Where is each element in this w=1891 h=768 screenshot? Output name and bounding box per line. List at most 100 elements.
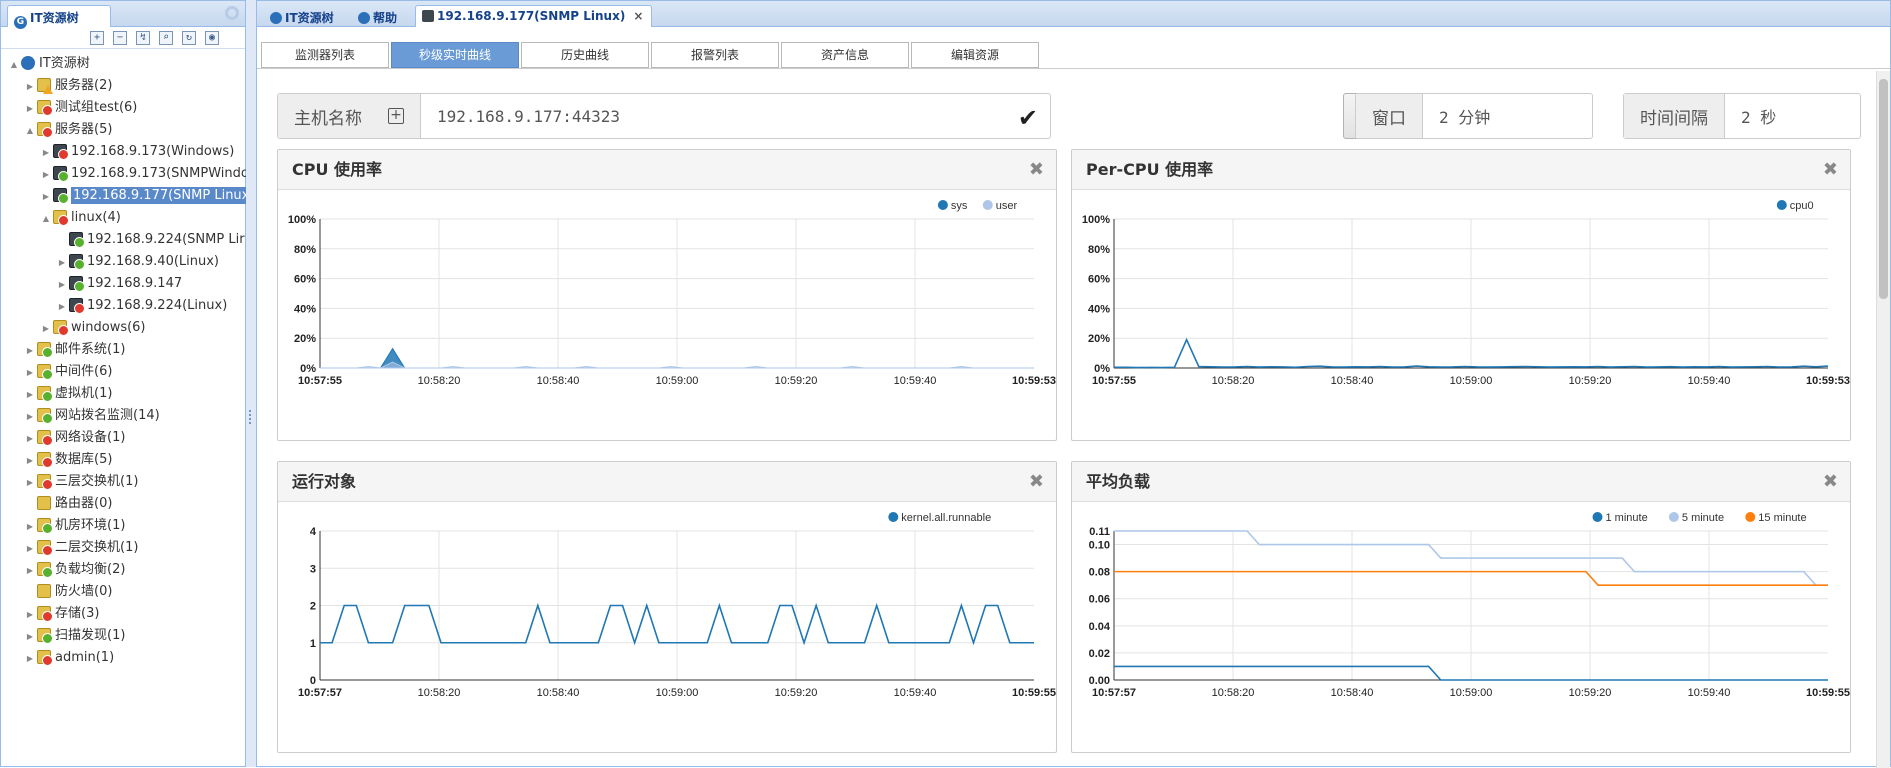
tree-node[interactable]: 防火墙(0) xyxy=(1,581,245,603)
tree-toggle-icon[interactable]: ▶ xyxy=(25,428,35,450)
tree-node[interactable]: ▶ 192.168.9.147 xyxy=(1,273,245,295)
tree-node-label[interactable]: windows(6) xyxy=(71,320,146,335)
tree-node-label[interactable]: 二层交换机(1) xyxy=(55,540,138,555)
tree-node[interactable]: ▶ 192.168.9.173(SNMPWindo xyxy=(1,163,249,186)
close-icon[interactable]: ✖ xyxy=(1029,150,1044,190)
tree-node-label[interactable]: 机房环境(1) xyxy=(55,518,125,533)
tree-node-label[interactable]: 数据库(5) xyxy=(55,452,112,467)
close-icon[interactable]: ✖ xyxy=(1029,462,1044,502)
tree-toggle-icon[interactable]: ▶ xyxy=(25,384,35,406)
tree-toggle-icon[interactable]: ▶ xyxy=(25,538,35,560)
close-icon[interactable]: ✖ xyxy=(1823,462,1838,502)
interval-value[interactable]: 2 秒 xyxy=(1725,104,1776,128)
tree-node[interactable]: ▶ 机房环境(1) xyxy=(1,515,245,537)
tab-help[interactable]: 帮助 xyxy=(351,5,406,27)
close-icon[interactable]: ✖ xyxy=(1823,150,1838,190)
tree-node-label[interactable]: 中间件(6) xyxy=(55,364,112,379)
tree-node-label[interactable]: admin(1) xyxy=(55,650,114,665)
panel-splitter[interactable] xyxy=(246,0,256,767)
tree-node-label[interactable]: 192.168.9.40(Linux) xyxy=(87,254,219,269)
host-value[interactable]: 192.168.9.177:44323 xyxy=(421,107,620,126)
tree-toggle-icon[interactable]: ▶ xyxy=(57,274,67,296)
tree-node[interactable]: ▶ 服务器(2) xyxy=(1,75,245,97)
tree-node[interactable]: ▲ IT资源树 xyxy=(1,53,245,75)
tree-node-label[interactable]: 路由器(0) xyxy=(55,496,112,511)
tree-node-label[interactable]: 192.168.9.177(SNMP Linux xyxy=(71,187,252,204)
tree-toggle-icon[interactable]: ▶ xyxy=(41,164,51,186)
tree-node[interactable]: ▶ 扫描发现(1) xyxy=(1,625,245,647)
tree-node-label[interactable]: IT资源树 xyxy=(39,56,90,71)
tab-history-curve[interactable]: 历史曲线 xyxy=(521,42,649,68)
splitter-grip[interactable] xyxy=(249,410,252,424)
tree-toggle-icon[interactable]: ▶ xyxy=(41,318,51,340)
tree-toggle-icon[interactable]: ▶ xyxy=(41,142,51,164)
tree-node-label[interactable]: 防火墙(0) xyxy=(55,584,112,599)
tab-realtime-curve[interactable]: 秒级实时曲线 xyxy=(391,42,519,68)
tree-toggle-icon[interactable]: ▶ xyxy=(25,450,35,472)
tree-node[interactable]: 192.168.9.224(SNMP Lir xyxy=(1,229,245,251)
tree-node[interactable]: ▶ 数据库(5) xyxy=(1,449,245,471)
tree-node-label[interactable]: 192.168.9.224(SNMP Lir xyxy=(87,232,245,247)
tree-node[interactable]: ▶ 192.168.9.40(Linux) xyxy=(1,251,245,273)
tree-node-label[interactable]: 192.168.9.173(SNMPWindo xyxy=(71,166,249,181)
tree-toggle-icon[interactable]: ▶ xyxy=(25,626,35,648)
tree-node-label[interactable]: 扫描发现(1) xyxy=(55,628,125,643)
tree-node[interactable]: ▶ 192.168.9.177(SNMP Linux xyxy=(1,185,252,208)
tab-edit-resource[interactable]: 编辑资源 xyxy=(911,42,1039,68)
tree-toggle-icon[interactable]: ▲ xyxy=(41,208,51,230)
tree-node[interactable]: ▶ 二层交换机(1) xyxy=(1,537,245,559)
tree-toggle-icon[interactable]: ▶ xyxy=(25,340,35,362)
expand-all-icon[interactable]: + xyxy=(90,30,104,45)
collapse-all-icon[interactable]: − xyxy=(113,30,127,45)
tree-toggle-icon[interactable]: ▲ xyxy=(25,120,35,142)
tree-toggle-icon[interactable]: ▶ xyxy=(25,516,35,538)
tree-node-label[interactable]: 192.168.9.147 xyxy=(87,276,182,291)
tree-node-label[interactable]: 测试组test(6) xyxy=(55,100,137,115)
refresh-tree-icon[interactable]: ↯ xyxy=(136,30,150,45)
tree-node[interactable]: ▶ 三层交换机(1) xyxy=(1,471,245,493)
tree-node[interactable]: ▶ admin(1) xyxy=(1,647,245,669)
tree-node[interactable]: ▶ 虚拟机(1) xyxy=(1,383,245,405)
tree-node-label[interactable]: 网络设备(1) xyxy=(55,430,125,445)
scrollbar-thumb[interactable] xyxy=(1879,79,1888,299)
tree-node[interactable]: ▶ 中间件(6) xyxy=(1,361,245,383)
tree-node[interactable]: ▶ 192.168.9.173(Windows) xyxy=(1,141,245,163)
window-value[interactable]: 2 分钟 xyxy=(1423,104,1490,128)
sync-icon[interactable]: ↻ xyxy=(182,30,196,45)
tree-node[interactable]: ▶ 192.168.9.224(Linux) xyxy=(1,295,245,317)
tree-node-label[interactable]: 192.168.9.173(Windows) xyxy=(71,144,234,159)
tab-host-detail[interactable]: 192.168.9.177(SNMP Linux) × xyxy=(415,5,653,27)
tree-node-label[interactable]: 服务器(2) xyxy=(55,78,112,93)
tree-toggle-icon[interactable]: ▶ xyxy=(25,560,35,582)
tree-node-label[interactable]: 192.168.9.224(Linux) xyxy=(87,298,227,313)
view-icon[interactable]: ◉ xyxy=(205,30,219,45)
tree-toggle-icon[interactable]: ▶ xyxy=(25,98,35,120)
tab-alarm-list[interactable]: 报警列表 xyxy=(651,42,779,68)
add-host-icon[interactable]: + xyxy=(388,108,404,124)
tree-node-label[interactable]: 邮件系统(1) xyxy=(55,342,125,357)
tree-toggle-icon[interactable]: ▶ xyxy=(25,76,35,98)
tab-monitor-list[interactable]: 监测器列表 xyxy=(261,42,389,68)
tree-node-label[interactable]: linux(4) xyxy=(71,210,121,225)
tree-node-label[interactable]: 存储(3) xyxy=(55,606,99,621)
tree-node[interactable]: ▶ 网络设备(1) xyxy=(1,427,245,449)
tab-asset-info[interactable]: 资产信息 xyxy=(781,42,909,68)
close-icon[interactable]: × xyxy=(633,9,643,23)
tree-toggle-icon[interactable]: ▶ xyxy=(57,296,67,318)
tree-node[interactable]: ▲ linux(4) xyxy=(1,207,245,229)
tree-toggle-icon[interactable]: ▶ xyxy=(25,362,35,384)
tree-toggle-icon[interactable]: ▶ xyxy=(25,604,35,626)
tree-toggle-icon[interactable]: ▶ xyxy=(41,186,51,208)
tree-node-label[interactable]: 虚拟机(1) xyxy=(55,386,112,401)
tree-node-label[interactable]: 服务器(5) xyxy=(55,122,112,137)
tree-node[interactable]: 路由器(0) xyxy=(1,493,245,515)
tree-toggle-icon[interactable]: ▶ xyxy=(57,252,67,274)
tree-node-label[interactable]: 负载均衡(2) xyxy=(55,562,125,577)
tree-toggle-icon[interactable]: ▶ xyxy=(25,406,35,428)
tree-toggle-icon[interactable]: ▶ xyxy=(25,648,35,670)
tree-node-label[interactable]: 三层交换机(1) xyxy=(55,474,138,489)
tab-it-resource-tree[interactable]: G IT资源树 xyxy=(7,5,111,29)
tree-node[interactable]: ▶ windows(6) xyxy=(1,317,245,339)
tree-node-label[interactable]: 网站拨名监测(14) xyxy=(55,408,160,423)
tree-node[interactable]: ▲ 服务器(5) xyxy=(1,119,245,141)
